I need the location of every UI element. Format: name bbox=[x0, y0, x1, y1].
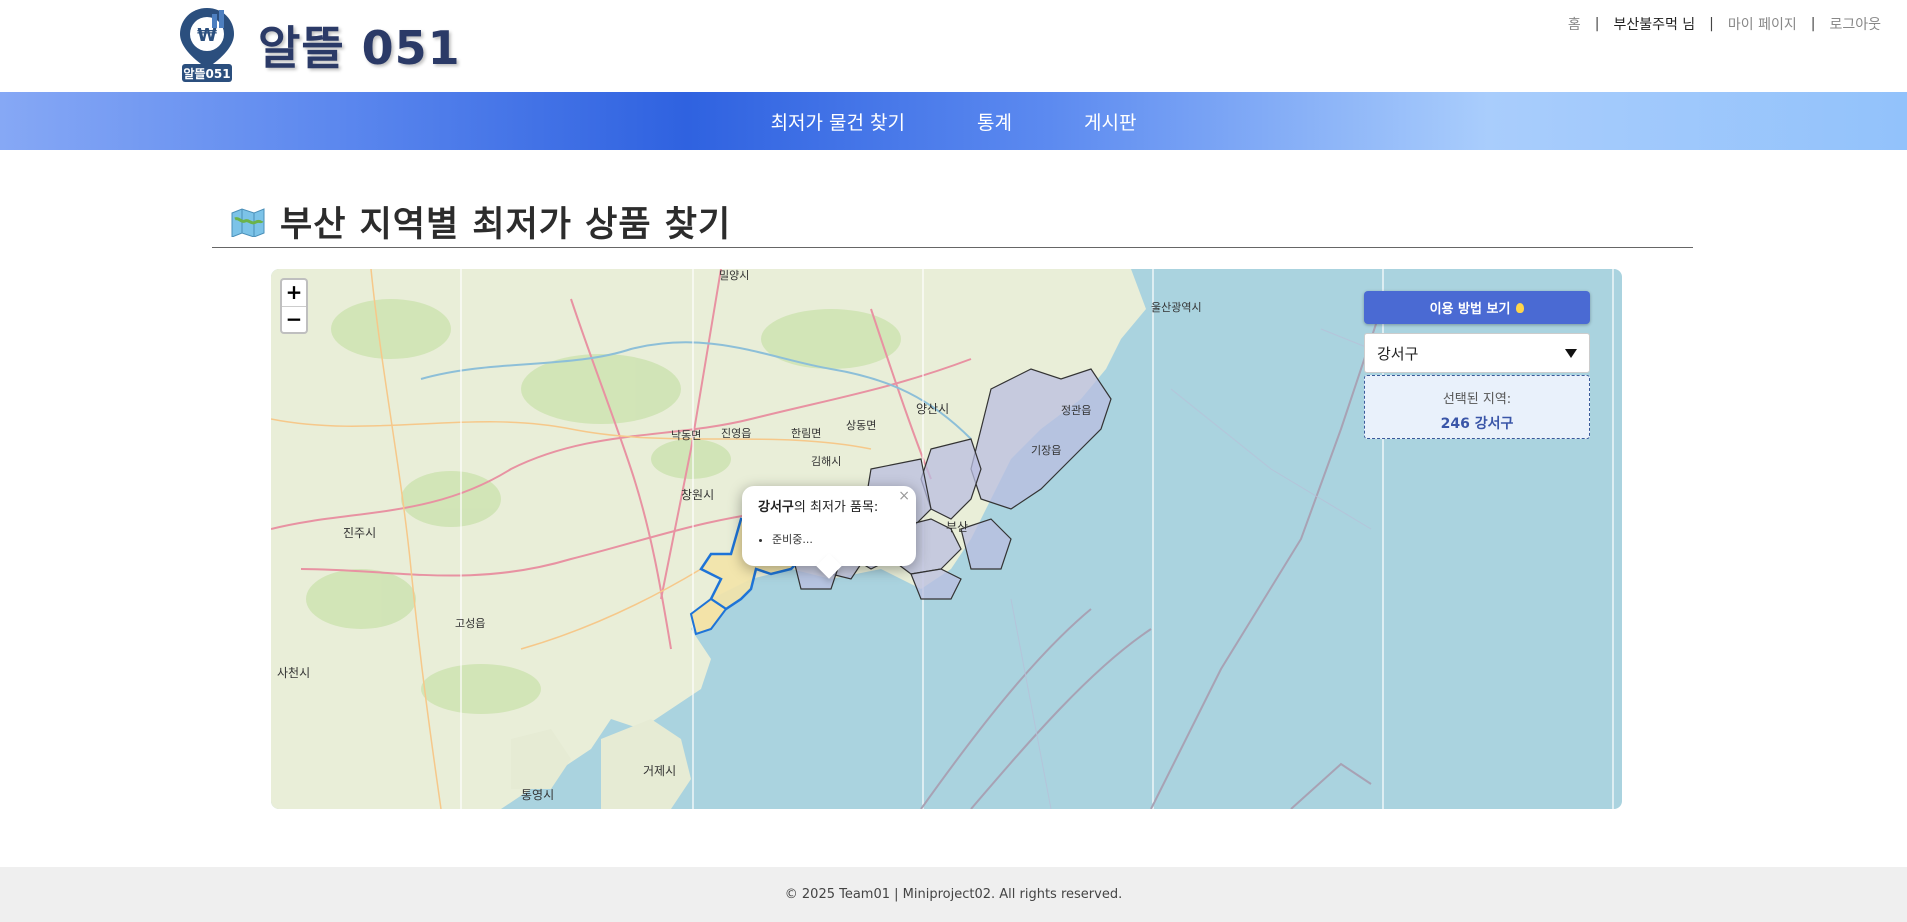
popup-title: 강서구의 최저가 품목: bbox=[758, 496, 900, 515]
nav-item-lowest-price[interactable]: 최저가 물건 찾기 bbox=[771, 108, 905, 135]
map-label: 거제시 bbox=[643, 764, 676, 778]
zoom-out-button[interactable]: − bbox=[282, 306, 306, 332]
user-name: 부산불주먹 님 bbox=[1613, 17, 1696, 33]
footer: © 2025 Team01 | Miniproject02. All right… bbox=[0, 867, 1907, 922]
home-link[interactable]: 홈 bbox=[1568, 14, 1581, 34]
selected-region-value: 246 강서구 bbox=[1440, 416, 1514, 432]
how-to-use-button[interactable]: 이용 방법 보기 bbox=[1364, 291, 1590, 324]
logo-badge-text: 알뜰051 bbox=[183, 67, 230, 81]
svg-text:₩: ₩ bbox=[197, 25, 217, 46]
popup-region: 강서구 bbox=[758, 500, 794, 515]
logo[interactable]: ₩ 알뜰051 알뜰 051 bbox=[178, 6, 461, 84]
separator: | bbox=[1594, 16, 1600, 32]
map-label: 부산 bbox=[946, 520, 968, 534]
separator: | bbox=[1709, 16, 1714, 32]
map-label: 김해시 bbox=[811, 454, 841, 468]
map-container[interactable]: 밀양시 창원시 진주시 사천시 거제시 통영시 양산시 김해시 울산광역시 부산… bbox=[271, 269, 1622, 809]
nav-item-statistics[interactable]: 통계 bbox=[977, 108, 1012, 135]
map-label: 기장읍 bbox=[1031, 444, 1061, 457]
how-to-use-label: 이용 방법 보기 bbox=[1429, 302, 1511, 317]
map-label: 낙동면 bbox=[671, 429, 701, 442]
zoom-in-button[interactable]: + bbox=[282, 280, 306, 306]
selected-region-label: 선택된 지역: bbox=[1442, 392, 1512, 407]
map-label: 진주시 bbox=[343, 526, 376, 540]
map-label: 울산광역시 bbox=[1151, 301, 1202, 314]
logout-link[interactable]: 로그아웃 bbox=[1829, 14, 1881, 34]
logo-badge-icon: ₩ 알뜰051 bbox=[178, 6, 236, 84]
region-select-value: 강서구 bbox=[1377, 344, 1419, 363]
lightbulb-icon bbox=[1516, 302, 1525, 313]
map-label: 고성읍 bbox=[455, 617, 485, 630]
mypage-link[interactable]: 마이 페이지 bbox=[1728, 14, 1797, 34]
nav-item-board[interactable]: 게시판 bbox=[1084, 108, 1136, 135]
popup-item-list: 준비중... bbox=[772, 531, 900, 547]
map-label: 상동면 bbox=[846, 419, 876, 432]
separator: | bbox=[1810, 16, 1816, 32]
main-nav: 최저가 물건 찾기 통계 게시판 bbox=[0, 92, 1907, 150]
logo-title: 알뜰 051 bbox=[258, 21, 461, 75]
top-header: ₩ 알뜰051 알뜰 051 홈 | 부산불주먹 님 | 마이 페이지 | 로그… bbox=[0, 0, 1907, 92]
selected-region-box: 선택된 지역: 246 강서구 bbox=[1364, 375, 1590, 439]
map-label: 양산시 bbox=[916, 402, 949, 416]
map-label: 사천시 bbox=[277, 665, 310, 680]
page-title-row: 부산 지역별 최저가 상품 찾기 bbox=[212, 196, 1693, 248]
region-popup: × 강서구의 최저가 품목: 준비중... bbox=[742, 486, 916, 579]
map-label: 정관읍 bbox=[1061, 404, 1091, 417]
map-label: 밀양시 bbox=[719, 269, 749, 282]
region-select[interactable]: 강서구 bbox=[1364, 333, 1590, 373]
map-label: 한림면 bbox=[791, 427, 821, 440]
map-label: 진영읍 bbox=[721, 427, 751, 440]
zoom-control: + − bbox=[280, 278, 308, 334]
map-icon bbox=[230, 207, 266, 238]
popup-item: 준비중... bbox=[772, 531, 900, 547]
footer-text: © 2025 Team01 | Miniproject02. All right… bbox=[784, 887, 1123, 902]
top-links: 홈 | 부산불주먹 님 | 마이 페이지 | 로그아웃 bbox=[1568, 14, 1881, 34]
map-label: 통영시 bbox=[521, 788, 554, 802]
page-title: 부산 지역별 최저가 상품 찾기 bbox=[280, 205, 732, 245]
popup-title-suffix: 의 최저가 품목: bbox=[793, 500, 879, 515]
dropdown-arrow-icon bbox=[1565, 348, 1577, 358]
popup-close-button[interactable]: × bbox=[898, 488, 910, 504]
map-label: 창원시 bbox=[681, 488, 714, 502]
